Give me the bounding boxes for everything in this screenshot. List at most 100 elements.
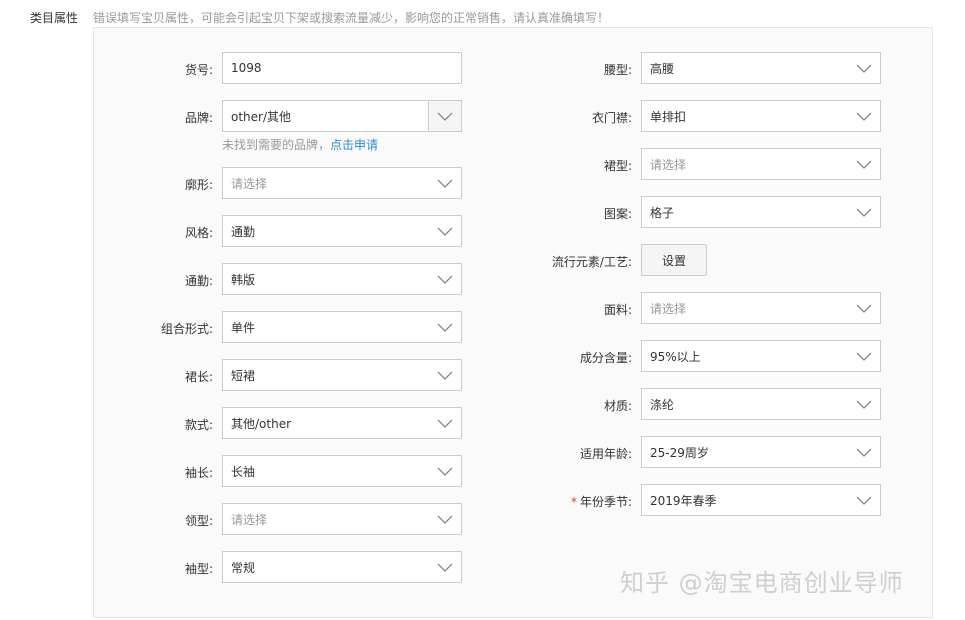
select-衣门襟[interactable]: 单排扣 <box>641 100 881 132</box>
select-value: 长袖 <box>231 464 256 479</box>
select-组合形式[interactable]: 单件 <box>222 311 462 343</box>
field-label-text: 款式: <box>184 418 213 432</box>
field-label: 腰型: <box>604 61 632 78</box>
select-袖长[interactable]: 长袖 <box>222 455 462 487</box>
field-label-text: 流行元素/工艺: <box>551 255 632 269</box>
field-label: 通勤: <box>185 272 213 289</box>
field-label-text: 适用年龄: <box>579 447 632 461</box>
brand-dropdown-button[interactable] <box>428 101 461 131</box>
field-label: 款式: <box>185 416 213 433</box>
field-label: 袖长: <box>185 464 213 481</box>
input-value: 1098 <box>231 61 262 75</box>
select-年份季节[interactable]: 2019年春季 <box>641 484 881 516</box>
watermark: 知乎 @淘宝电商创业导师 <box>620 569 904 597</box>
select-value: 请选择 <box>231 176 268 191</box>
field-label-text: 组合形式: <box>160 322 213 336</box>
field-label: 裙长: <box>185 368 213 385</box>
field-label: 袖型: <box>185 560 213 577</box>
field-label-text: 面料: <box>603 303 632 317</box>
field-label-text: 领型: <box>184 514 213 528</box>
select-value: 高腰 <box>650 61 675 76</box>
select-value: 单件 <box>231 320 256 335</box>
field-label: 风格: <box>185 224 213 241</box>
select-value: 请选择 <box>650 301 687 316</box>
select-廓形[interactable]: 请选择 <box>222 167 462 199</box>
settings-button[interactable]: 设置 <box>641 244 707 276</box>
field-label: 领型: <box>185 512 213 529</box>
field-label-text: 年份季节: <box>579 495 632 509</box>
field-label: 材质: <box>604 397 632 414</box>
select-value: 单排扣 <box>650 109 687 124</box>
select-图案[interactable]: 格子 <box>641 196 881 228</box>
field-label: 裙型: <box>604 157 632 174</box>
field-label: 货号: <box>185 61 213 78</box>
field-label-text: 衣门襟: <box>591 111 632 125</box>
brand-select[interactable]: other/其他 <box>222 100 462 132</box>
select-value: 通勤 <box>231 224 256 239</box>
field-label-text: 品牌: <box>184 111 213 125</box>
select-适用年龄[interactable]: 25-29周岁 <box>641 436 881 468</box>
field-label: 成分含量: <box>580 349 632 366</box>
chevron-down-icon <box>856 446 872 458</box>
select-裙型[interactable]: 请选择 <box>641 148 881 180</box>
chevron-down-icon <box>856 350 872 362</box>
warning-text: 错误填写宝贝属性，可能会引起宝贝下架或搜索流量减少，影响您的正常销售，请认真准确… <box>93 11 610 25</box>
apply-brand-link[interactable]: 点击申请 <box>330 138 378 152</box>
select-value: 涤纶 <box>650 397 675 412</box>
field-label-text: 腰型: <box>603 63 632 77</box>
chevron-down-icon <box>437 177 453 189</box>
select-value: 请选择 <box>231 512 268 527</box>
select-领型[interactable]: 请选择 <box>222 503 462 535</box>
chevron-down-icon <box>856 158 872 170</box>
field-label-text: 风格: <box>184 226 213 240</box>
field-label-text: 廓形: <box>184 178 213 192</box>
field-label-text: 成分含量: <box>579 351 632 365</box>
select-value: other/其他 <box>231 109 292 124</box>
select-value: 25-29周岁 <box>650 445 709 460</box>
brand-hint-text: 未找到需要的品牌， <box>222 138 331 152</box>
chevron-down-icon <box>856 62 872 74</box>
select-风格[interactable]: 通勤 <box>222 215 462 247</box>
field-label-text: 货号: <box>184 63 213 77</box>
brand-hint: 未找到需要的品牌，点击申请 <box>222 136 378 153</box>
field-label: 廓形: <box>185 176 213 193</box>
select-value: 格子 <box>650 205 675 220</box>
select-value: 韩版 <box>231 272 256 287</box>
chevron-down-icon <box>856 110 872 122</box>
chevron-down-icon <box>437 369 453 381</box>
field-label: 图案: <box>604 205 632 222</box>
field-label: 品牌: <box>185 109 213 126</box>
field-label: 衣门襟: <box>592 109 632 126</box>
select-value: 95%以上 <box>650 349 701 364</box>
field-label: 面料: <box>604 301 632 318</box>
field-label-text: 裙长: <box>184 370 213 384</box>
field-label-text: 裙型: <box>603 159 632 173</box>
field-label: * 年份季节: <box>571 493 632 510</box>
select-面料[interactable]: 请选择 <box>641 292 881 324</box>
field-label-text: 材质: <box>603 399 632 413</box>
select-value: 短裙 <box>231 368 256 383</box>
chevron-down-icon <box>856 398 872 410</box>
chevron-down-icon <box>437 417 453 429</box>
field-label-text: 图案: <box>603 207 632 221</box>
item-number-input[interactable]: 1098 <box>222 52 462 84</box>
select-款式[interactable]: 其他/other <box>222 407 462 439</box>
chevron-down-icon <box>437 513 453 525</box>
field-label: 流行元素/工艺: <box>552 253 632 270</box>
required-mark: * <box>570 495 577 509</box>
chevron-down-icon <box>437 561 453 573</box>
select-value: 其他/other <box>231 416 292 431</box>
chevron-down-icon <box>437 225 453 237</box>
field-label-text: 袖长: <box>184 466 213 480</box>
chevron-down-icon <box>856 302 872 314</box>
select-材质[interactable]: 涤纶 <box>641 388 881 420</box>
field-label-text: 通勤: <box>184 274 213 288</box>
chevron-down-icon <box>856 494 872 506</box>
field-label-text: 袖型: <box>184 562 213 576</box>
select-裙长[interactable]: 短裙 <box>222 359 462 391</box>
select-腰型[interactable]: 高腰 <box>641 52 881 84</box>
section-label: 类目属性 <box>30 11 79 25</box>
select-通勤[interactable]: 韩版 <box>222 263 462 295</box>
select-袖型[interactable]: 常规 <box>222 551 462 583</box>
select-成分含量[interactable]: 95%以上 <box>641 340 881 372</box>
